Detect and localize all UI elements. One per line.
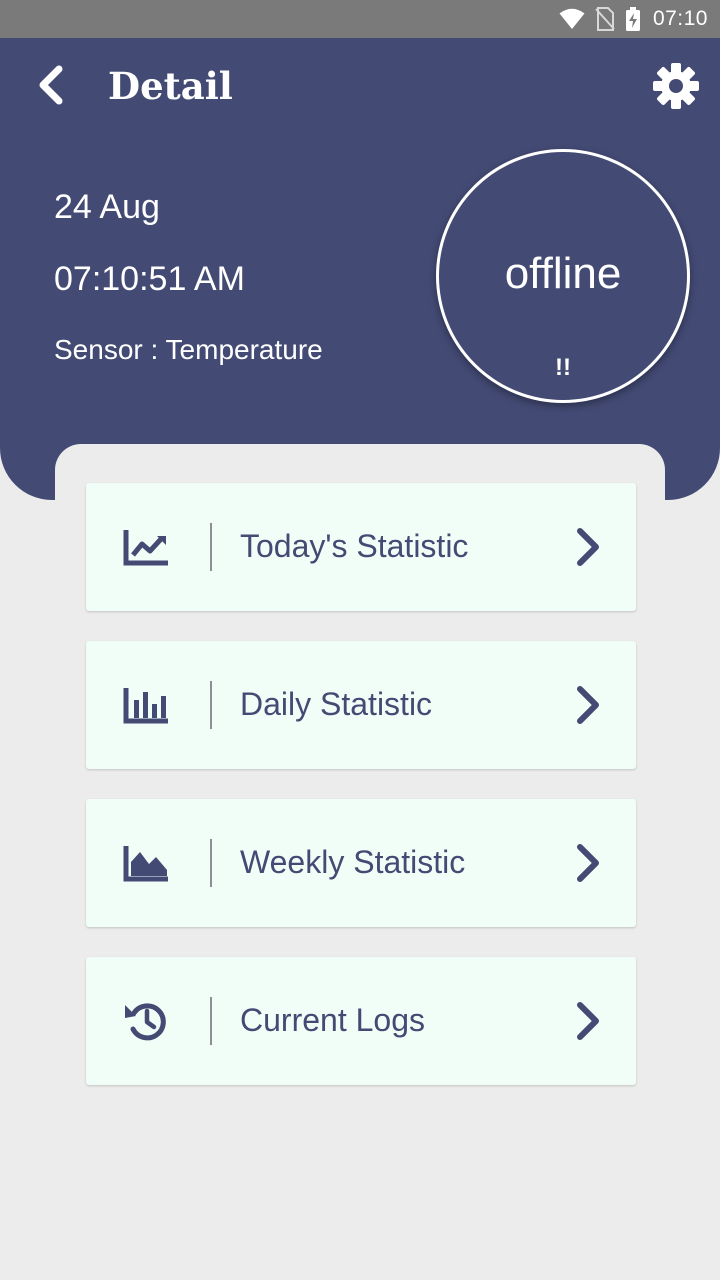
- status-time: 07:10: [652, 7, 708, 30]
- menu-item-daily-statistic[interactable]: Daily Statistic: [86, 641, 636, 769]
- menu-item-label: Daily Statistic: [240, 686, 433, 722]
- header: Detail 24 Aug 07:10:51 AM Sensor : Tempe…: [0, 38, 720, 500]
- page-title: Detail: [108, 64, 233, 108]
- history-icon: [122, 999, 170, 1043]
- status-bar: 07:10: [0, 0, 720, 38]
- gear-icon: [651, 61, 701, 116]
- divider: [210, 839, 212, 887]
- menu-item-label: Today's Statistic: [240, 528, 469, 564]
- divider: [210, 523, 212, 571]
- bar-chart-icon: [122, 683, 170, 727]
- battery-charging-icon: [625, 7, 641, 31]
- chevron-right-icon: [572, 843, 604, 883]
- menu-item-weekly-statistic[interactable]: Weekly Statistic: [86, 799, 636, 927]
- status-alert: !!: [555, 354, 571, 381]
- divider: [210, 997, 212, 1045]
- menu-item-label: Weekly Statistic: [240, 844, 466, 880]
- menu-item-todays-statistic[interactable]: Today's Statistic: [86, 483, 636, 611]
- date-text: 24 Aug: [54, 188, 160, 226]
- back-button[interactable]: [30, 62, 70, 112]
- chevron-right-icon: [572, 1001, 604, 1041]
- status-indicator: offline !!: [436, 149, 690, 403]
- menu-item-current-logs[interactable]: Current Logs: [86, 957, 636, 1085]
- area-chart-icon: [122, 841, 170, 885]
- chevron-right-icon: [572, 685, 604, 725]
- time-text: 07:10:51 AM: [54, 260, 245, 298]
- chevron-left-icon: [35, 65, 65, 110]
- no-sim-icon: [595, 7, 615, 31]
- wifi-icon: [559, 8, 585, 30]
- chevron-right-icon: [572, 527, 604, 567]
- settings-button[interactable]: [648, 60, 704, 116]
- menu-item-label: Current Logs: [240, 1002, 425, 1038]
- status-text: offline: [504, 249, 622, 298]
- line-chart-icon: [122, 525, 170, 569]
- divider: [210, 681, 212, 729]
- menu-panel: Today's Statistic Daily Statistic Weekly…: [55, 444, 665, 1280]
- sensor-text: Sensor : Temperature: [54, 334, 323, 365]
